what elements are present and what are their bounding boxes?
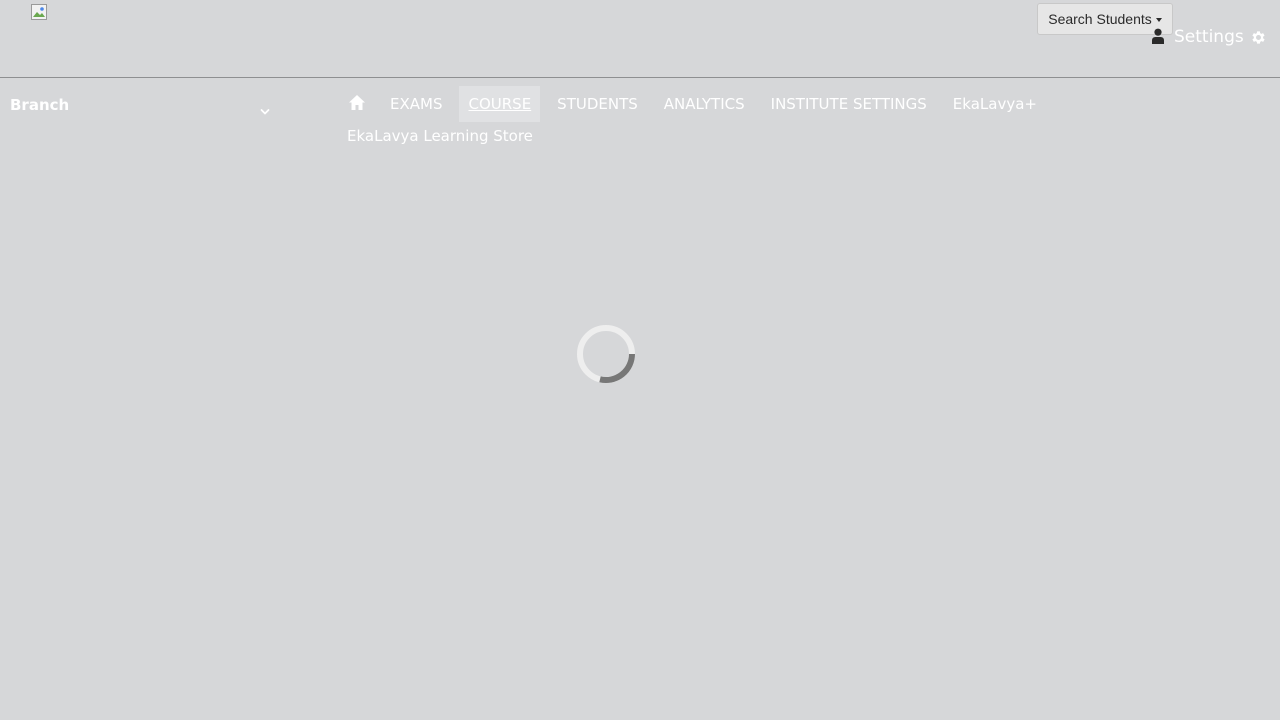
branch-label: Branch (10, 96, 70, 114)
nav-item-students[interactable]: STUDENTS (548, 86, 647, 122)
nav-item-exams[interactable]: EXAMS (381, 86, 451, 122)
nav-item-ekalavya-plus[interactable]: EkaLavya+ (944, 86, 1046, 122)
user-icon[interactable] (1151, 28, 1165, 44)
home-icon (348, 94, 366, 115)
nav-item-analytics[interactable]: ANALYTICS (655, 86, 754, 122)
logo-broken-image-icon[interactable] (31, 4, 47, 20)
caret-down-icon (1155, 18, 1162, 22)
settings-label: Settings (1174, 27, 1244, 47)
chevron-down-icon (260, 101, 270, 115)
settings-link[interactable]: Settings (1174, 25, 1267, 49)
nav-row-primary: EXAMS COURSE STUDENTS ANALYTICS INSTITUT… (338, 86, 1268, 122)
search-students-label: Search Students (1048, 11, 1152, 27)
main-nav: EXAMS COURSE STUDENTS ANALYTICS INSTITUT… (338, 86, 1268, 150)
nav-row-secondary: EkaLavya Learning Store (338, 122, 1268, 150)
nav-item-institute-settings[interactable]: INSTITUTE SETTINGS (762, 86, 936, 122)
nav-home-link[interactable] (338, 86, 375, 122)
top-header: Search Students Settings (0, 0, 1280, 78)
loading-spinner-icon (576, 324, 636, 384)
gear-icon (1250, 29, 1267, 46)
nav-item-course[interactable]: COURSE (459, 86, 541, 122)
nav-item-ekalavya-learning-store[interactable]: EkaLavya Learning Store (338, 122, 542, 150)
branch-selector[interactable]: Branch (10, 92, 272, 118)
